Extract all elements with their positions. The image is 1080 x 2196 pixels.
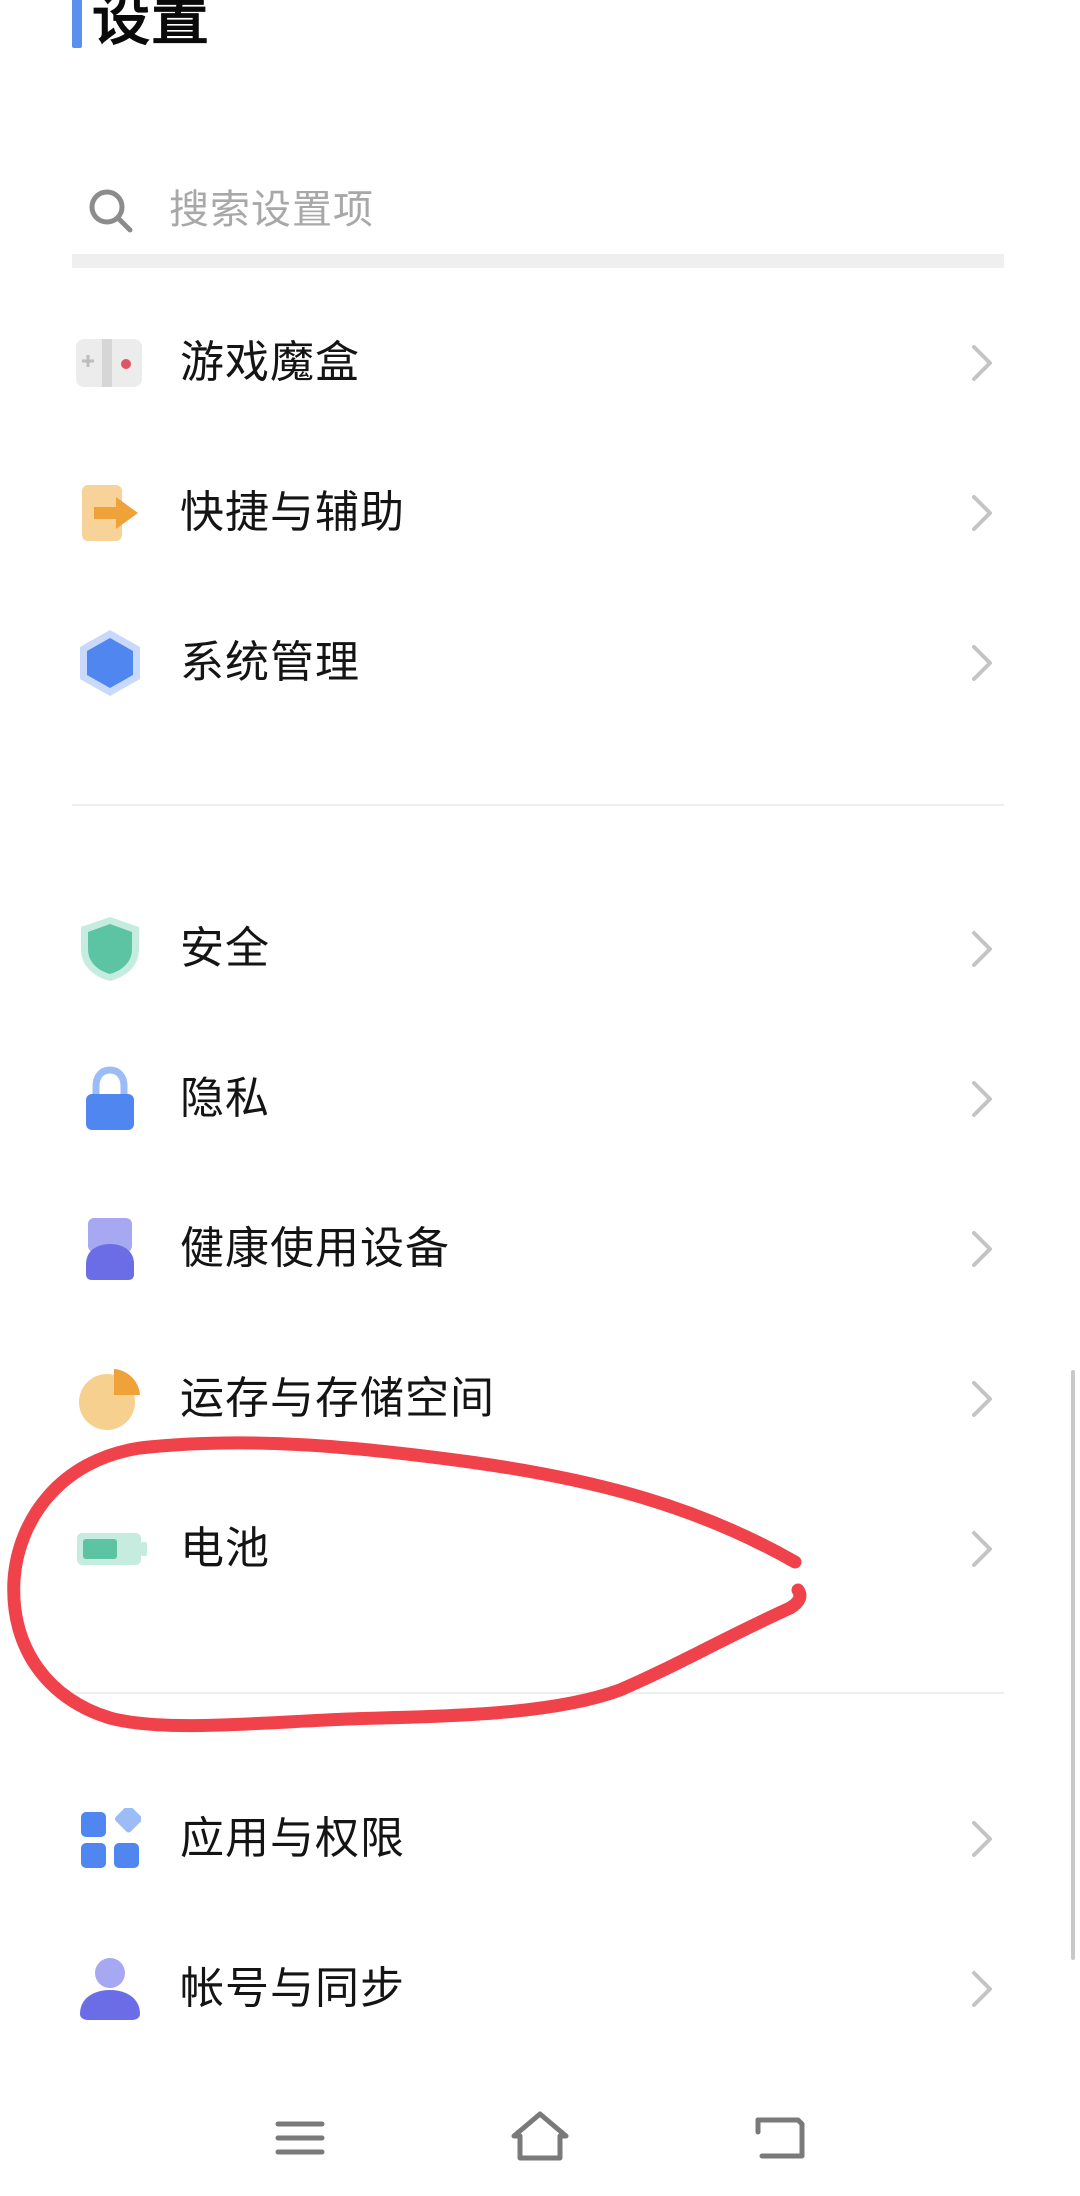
system-hexagon-icon [72, 588, 148, 738]
game-box-icon [72, 288, 148, 438]
settings-item-label: 电池 [180, 1523, 270, 1574]
battery-icon [72, 1474, 152, 1624]
settings-item-system[interactable]: 系统管理 [72, 588, 1004, 738]
settings-item-battery[interactable]: 电池 [72, 1474, 1004, 1624]
apps-grid-icon [72, 1764, 148, 1914]
settings-item-account[interactable]: 帐号与同步 [72, 1914, 1004, 2064]
settings-item-label: 运存与存储空间 [180, 1373, 495, 1424]
page-title: 设置 [92, 0, 211, 53]
search-icon [89, 189, 133, 233]
settings-item-label: 隐私 [180, 1073, 270, 1124]
settings-item-label: 安全 [180, 923, 270, 974]
settings-item-health-usage[interactable]: 健康使用设备 [72, 1174, 1004, 1324]
settings-item-label: 快捷与辅助 [180, 487, 405, 538]
menu-icon[interactable] [268, 2106, 332, 2170]
home-icon[interactable] [508, 2106, 572, 2170]
settings-item-game-box[interactable]: 游戏魔盒 [72, 288, 1004, 438]
back-icon[interactable] [748, 2106, 812, 2170]
account-person-icon [72, 1914, 148, 2064]
chevron-right-icon [972, 1821, 992, 1857]
chevron-right-icon [972, 1531, 992, 1567]
storage-pie-icon [72, 1324, 148, 1474]
section-divider [72, 804, 1004, 806]
settings-item-storage[interactable]: 运存与存储空间 [72, 1324, 1004, 1474]
shield-icon [72, 874, 148, 1024]
settings-item-label: 系统管理 [180, 637, 360, 688]
search-placeholder: 搜索设置项 [169, 187, 374, 233]
title-accent-bar [72, 0, 82, 48]
chevron-right-icon [972, 1081, 992, 1117]
search-input[interactable]: 搜索设置项 [72, 172, 1004, 268]
settings-item-privacy[interactable]: 隐私 [72, 1024, 1004, 1174]
section-divider [72, 1692, 1004, 1694]
chevron-right-icon [972, 1971, 992, 2007]
settings-item-shortcuts[interactable]: 快捷与辅助 [72, 438, 1004, 588]
settings-item-label: 健康使用设备 [180, 1223, 450, 1274]
lock-icon [72, 1024, 148, 1174]
chevron-right-icon [972, 1231, 992, 1267]
chevron-right-icon [972, 495, 992, 531]
shortcut-arrow-icon [72, 438, 148, 588]
chevron-right-icon [972, 931, 992, 967]
chevron-right-icon [972, 645, 992, 681]
settings-item-apps[interactable]: 应用与权限 [72, 1764, 1004, 1914]
settings-item-security[interactable]: 安全 [72, 874, 1004, 1024]
settings-item-label: 帐号与同步 [180, 1963, 405, 2014]
scrollbar[interactable] [1071, 1370, 1075, 1960]
settings-item-label: 应用与权限 [180, 1813, 405, 1864]
health-usage-icon [72, 1174, 148, 1324]
navigation-bar [0, 2080, 1080, 2196]
settings-item-label: 游戏魔盒 [180, 337, 360, 388]
chevron-right-icon [972, 345, 992, 381]
chevron-right-icon [972, 1381, 992, 1417]
